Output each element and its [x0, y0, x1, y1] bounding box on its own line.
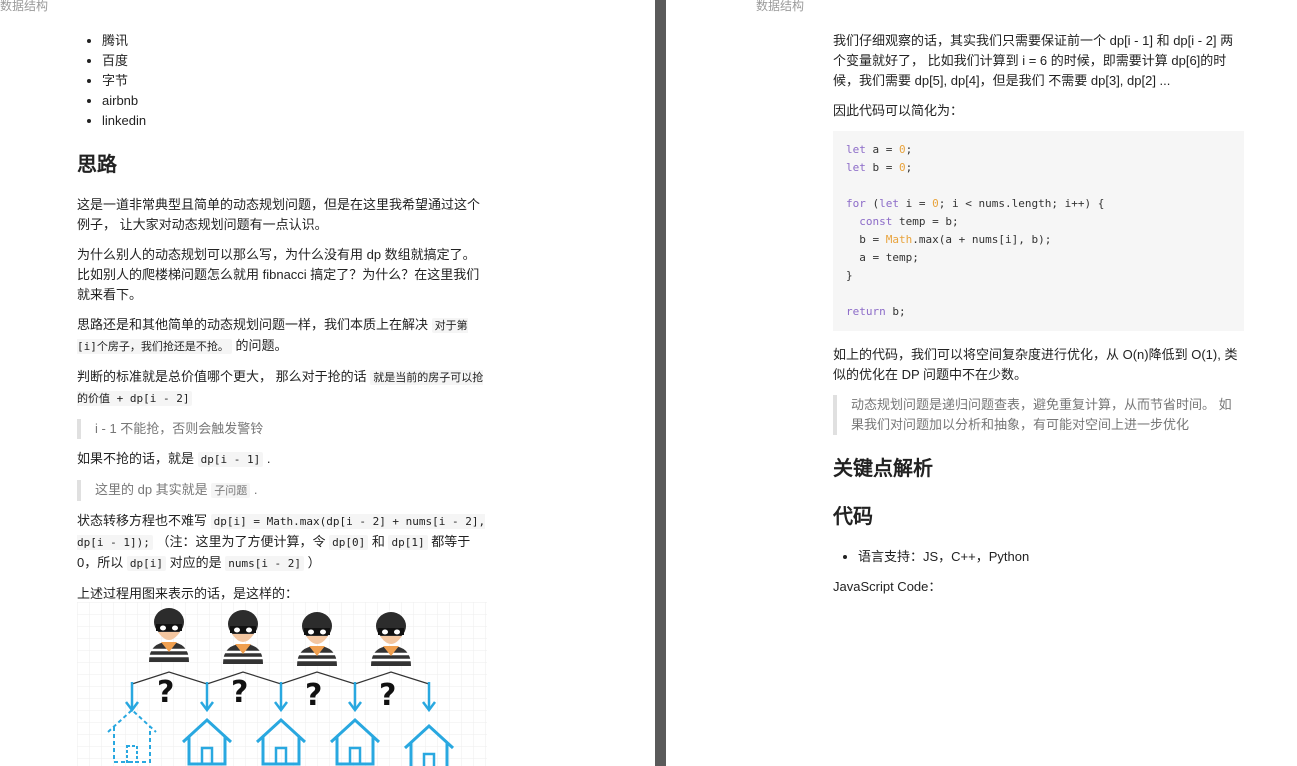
right-page: 数据结构 我们仔细观察的话，其实我们只需要保证前一个 dp[i - 1] 和 d… [666, 0, 1297, 766]
page-header: 数据结构 [756, 0, 805, 13]
paragraph: 如果不抢的话，就是 dp[i - 1] . [77, 449, 487, 470]
left-page: 数据结构 腾讯 百度 字节 airbnb linkedin 思路 这是一道非常典… [0, 0, 655, 766]
section-heading-code: 代码 [833, 506, 873, 528]
text: 思路还是和其他简单的动态规划问题一样，我们本质上在解决 [77, 317, 432, 332]
page-gutter [655, 0, 666, 766]
list-item: 百度 [102, 51, 487, 71]
text: 的问题。 [231, 338, 288, 353]
text: 状态转移方程也不难写 [77, 513, 211, 528]
question-mark-icon: ? [157, 675, 174, 710]
text: 这里的 dp 其实就是 [95, 482, 212, 497]
code-block: let a = 0; let b = 0; for (let i = 0; i … [833, 131, 1244, 331]
list-item: 字节 [102, 71, 487, 91]
paragraph: 为什么别人的动态规划可以那么写，为什么没有用 dp 数组就搞定了。比如别人的爬楼… [77, 247, 480, 302]
list-item: airbnb [102, 91, 487, 111]
inline-code: dp[0] [329, 535, 369, 550]
text: （注：这里为了方便计算，令 [152, 534, 330, 549]
list-item: 语言支持：JS，C++，Python [858, 547, 1244, 567]
section-heading-silu: 思路 [77, 154, 117, 176]
paragraph: 如上的代码，我们可以将空间复杂度进行优化，从 O(n)降低到 O(1), 类似的… [833, 347, 1238, 382]
inline-code: dp[1] [388, 535, 428, 550]
paragraph: 因此代码可以简化为： [833, 103, 964, 118]
blockquote: i - 1 不能抢，否则会触发警铃 [77, 419, 487, 439]
text: . [250, 482, 258, 497]
text: . [263, 451, 271, 466]
paragraph: 这是一道非常典型且简单的动态规划问题，但是在这里我希望通过这个例子， 让大家对动… [77, 197, 481, 232]
text: 判断的标准就是总价值哪个更大， 那么对于抢的话 [77, 369, 371, 384]
paragraph: 思路还是和其他简单的动态规划问题一样，我们本质上在解决 对于第[i]个房子，我们… [77, 315, 487, 357]
inline-code: dp[i - 1] [197, 452, 264, 467]
robbers-houses-figure: ? ? ? ? [77, 602, 487, 766]
right-content: 我们仔细观察的话，其实我们只需要保证前一个 dp[i - 1] 和 dp[i -… [833, 31, 1244, 597]
list-item: linkedin [102, 111, 487, 131]
inline-code: nums[i - 2] [225, 556, 305, 571]
blockquote: 动态规划问题是递归问题查表，避免重复计算，从而节省时间。 如果我们对问题加以分析… [833, 395, 1244, 435]
text: 和 [368, 534, 389, 549]
question-mark-icon: ? [379, 678, 396, 713]
text: 对应的是 [165, 555, 226, 570]
blockquote: 这里的 dp 其实就是 子问题 . [77, 480, 487, 501]
paragraph: 判断的标准就是总价值哪个更大， 那么对于抢的话 就是当前的房子可以抢的价值 + … [77, 367, 487, 409]
text: ） [304, 555, 321, 570]
paragraph: 状态转移方程也不难写 dp[i] = Math.max(dp[i - 2] + … [77, 511, 487, 574]
paragraph: 上述过程用图来表示的话，是这样的： [77, 586, 299, 601]
question-mark-icon: ? [231, 675, 248, 710]
left-content: 腾讯 百度 字节 airbnb linkedin 思路 这是一道非常典型且简单的… [77, 31, 487, 604]
paragraph: 我们仔细观察的话，其实我们只需要保证前一个 dp[i - 1] 和 dp[i -… [833, 33, 1234, 88]
list-item: 腾讯 [102, 31, 487, 51]
language-list: 语言支持：JS，C++，Python [833, 547, 1244, 567]
text: 如果不抢的话，就是 [77, 451, 198, 466]
paragraph: JavaScript Code： [833, 579, 942, 594]
page-header: 数据结构 [0, 0, 49, 13]
inline-code: dp[i] [126, 556, 166, 571]
question-mark-icon: ? [305, 678, 322, 713]
inline-code: 子问题 [211, 483, 251, 498]
section-heading-key-points: 关键点解析 [833, 458, 933, 480]
company-list: 腾讯 百度 字节 airbnb linkedin [77, 31, 487, 131]
